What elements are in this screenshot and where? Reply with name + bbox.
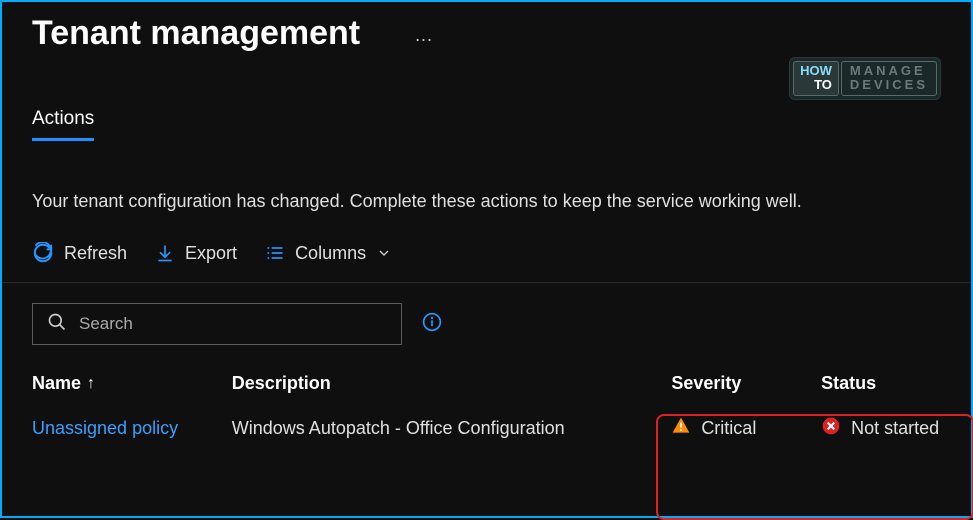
tab-actions[interactable]: Actions: [32, 108, 94, 141]
error-icon: [821, 416, 841, 441]
refresh-label: Refresh: [64, 243, 127, 264]
column-header-name[interactable]: Name ↑: [32, 373, 232, 394]
more-actions-button[interactable]: ···: [415, 29, 433, 49]
sort-asc-icon: ↑: [87, 375, 95, 393]
row-status: Not started: [851, 418, 939, 439]
search-box[interactable]: [32, 303, 402, 345]
watermark-how: HOW: [800, 64, 832, 78]
download-icon: [155, 243, 175, 263]
info-message: Your tenant configuration has changed. C…: [2, 141, 971, 212]
info-icon[interactable]: [422, 312, 442, 337]
export-label: Export: [185, 243, 237, 264]
columns-button[interactable]: Columns: [265, 243, 392, 264]
row-description: Windows Autopatch - Office Configuration: [232, 418, 662, 439]
search-icon: [47, 312, 67, 337]
row-name-link[interactable]: Unassigned policy: [32, 418, 178, 439]
warning-icon: [671, 416, 691, 441]
column-header-status[interactable]: Status: [811, 373, 971, 394]
watermark-manage: MANAGE: [850, 64, 928, 78]
watermark-to: TO: [814, 78, 832, 92]
column-header-severity[interactable]: Severity: [661, 373, 811, 394]
search-input[interactable]: [79, 314, 387, 334]
refresh-button[interactable]: Refresh: [32, 242, 127, 264]
column-header-description[interactable]: Description: [232, 373, 662, 394]
watermark-devices: DEVICES: [850, 78, 928, 92]
export-button[interactable]: Export: [155, 243, 237, 264]
row-severity: Critical: [701, 418, 756, 439]
chevron-down-icon: [376, 245, 392, 261]
refresh-icon: [32, 242, 54, 264]
watermark-logo: HOW TO MANAGE DEVICES: [789, 57, 941, 100]
table-header: Name ↑ Description Severity Status: [32, 373, 971, 394]
columns-icon: [265, 243, 285, 263]
columns-label: Columns: [295, 243, 366, 264]
table-row[interactable]: Unassigned policy Windows Autopatch - Of…: [32, 416, 971, 441]
page-title: Tenant management: [2, 2, 390, 53]
